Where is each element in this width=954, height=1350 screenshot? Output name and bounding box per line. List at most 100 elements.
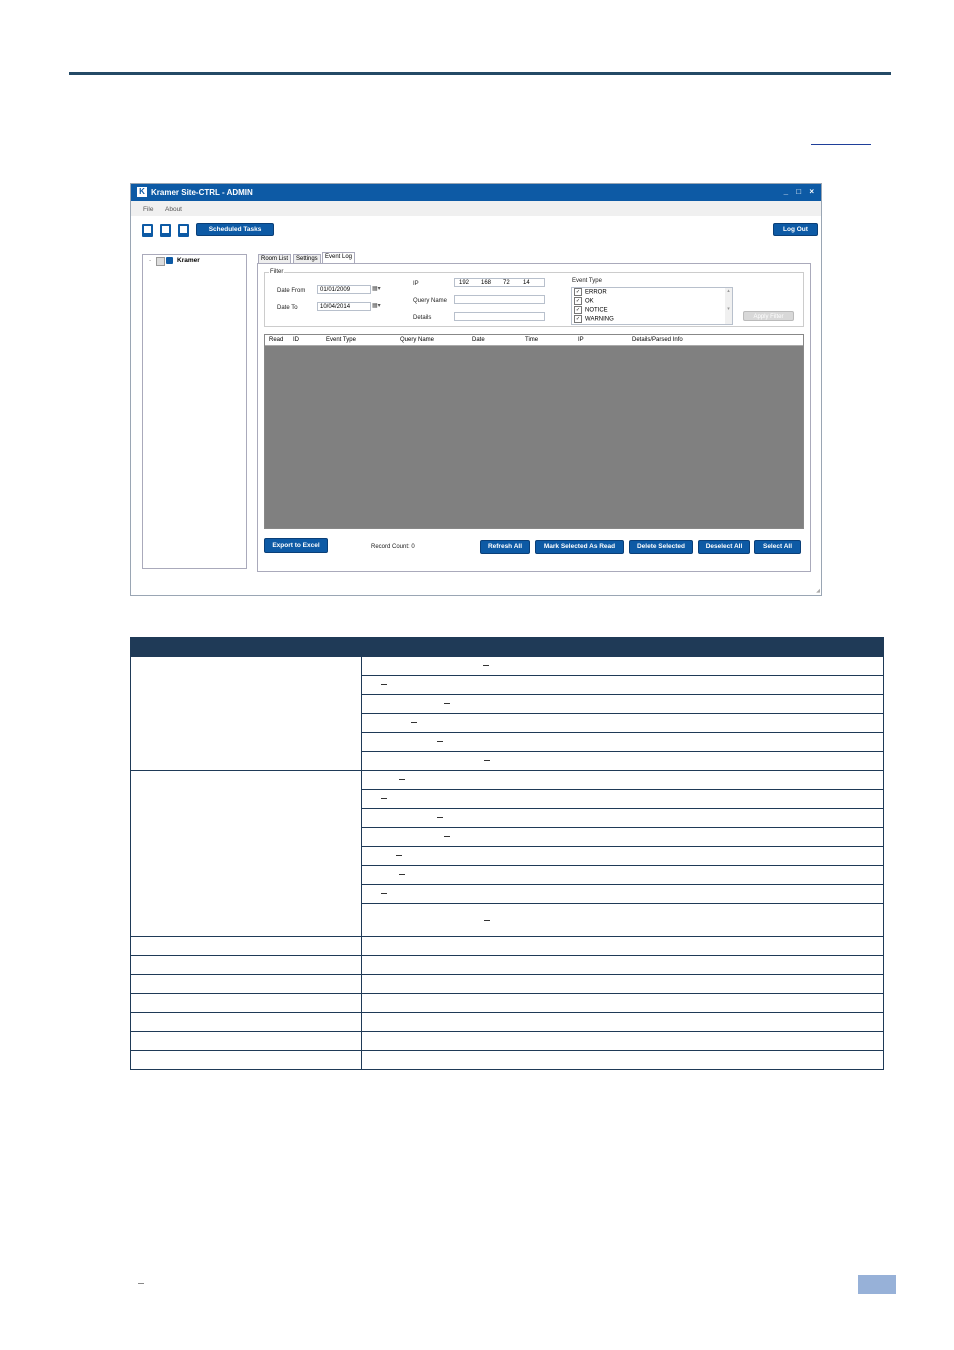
event-type-item[interactable]: ✓ OK (574, 297, 594, 305)
open-book-icon[interactable] (160, 224, 171, 237)
table-cell (361, 827, 884, 847)
new-file-icon[interactable] (142, 224, 153, 237)
table-cell (130, 656, 362, 771)
ip-field[interactable]: 192 168 72 14 (454, 278, 545, 287)
table-cell (361, 1050, 884, 1070)
checkbox-checked-icon[interactable]: ✓ (574, 306, 582, 314)
table-cell (361, 694, 884, 714)
table-cell (361, 1012, 884, 1032)
table-cell (130, 955, 362, 975)
dash-mark (381, 684, 387, 686)
table-cell (361, 789, 884, 809)
event-type-label-text: OK (585, 298, 594, 305)
page-number-box (858, 1275, 896, 1294)
event-type-item[interactable]: ✓ NOTICE (574, 306, 608, 314)
table-row (130, 993, 884, 1013)
room-tree[interactable]: - Kramer (142, 254, 247, 569)
scheduled-tasks-button[interactable]: Scheduled Tasks (196, 223, 274, 236)
query-name-field[interactable] (454, 295, 545, 304)
table-cell (361, 993, 884, 1013)
column-header[interactable]: Details/Parsed Info (632, 337, 683, 343)
table-cell (361, 770, 884, 790)
window-title: Kramer Site-CTRL - ADMIN (151, 188, 253, 197)
menu-bar: File About (131, 201, 821, 216)
calendar-dropdown-icon[interactable]: ▦▾ (372, 302, 386, 311)
table-cell (361, 936, 884, 956)
checkbox-checked-icon[interactable]: ✓ (574, 288, 582, 296)
column-header[interactable]: Event Type (326, 337, 356, 343)
table-row (130, 1012, 884, 1032)
app-window: K Kramer Site-CTRL - ADMIN _ □ × File Ab… (130, 183, 822, 596)
record-count: Record Count: 0 (371, 544, 415, 550)
dash-mark (484, 920, 490, 922)
dash-mark (399, 779, 405, 781)
table-cell (361, 955, 884, 975)
table-cell (361, 974, 884, 994)
event-type-label-text: ERROR (585, 289, 607, 296)
event-log-panel: Filter Date From 01/01/2009 ▦▾ Date To 1… (257, 263, 811, 572)
menu-file[interactable]: File (143, 206, 153, 213)
table-cell (361, 713, 884, 733)
column-header[interactable]: Query Name (400, 337, 434, 343)
date-to-field[interactable]: 10/04/2014 (317, 302, 371, 311)
table-header-cell (361, 637, 884, 657)
details-field[interactable] (454, 312, 545, 321)
column-header[interactable]: Date (472, 337, 485, 343)
table-cell (361, 865, 884, 885)
date-from-label: Date From (277, 288, 306, 294)
tree-root-label[interactable]: Kramer (177, 257, 200, 264)
event-type-list[interactable]: ✓ ERROR ✓ OK ✓ NOTICE ✓ WARNING ▴ ▾ (571, 287, 733, 325)
footer-dash (138, 1283, 144, 1284)
table-cell (130, 1012, 362, 1032)
column-header[interactable]: Read (269, 337, 283, 343)
deselect-all-button[interactable]: Deselect All (698, 540, 750, 554)
resize-grip-icon[interactable]: ◢ (816, 588, 820, 594)
table-cell (361, 732, 884, 752)
table-row (130, 770, 884, 937)
dash-mark (411, 722, 417, 724)
table-cell (361, 903, 884, 937)
event-type-item[interactable]: ✓ ERROR (574, 288, 607, 296)
refresh-all-button[interactable]: Refresh All (480, 540, 530, 554)
list-scrollbar[interactable]: ▴ ▾ (725, 288, 732, 324)
date-from-field[interactable]: 01/01/2009 (317, 285, 371, 294)
table-cell (130, 1031, 362, 1051)
table-row (130, 1031, 884, 1051)
dash-mark (381, 893, 387, 895)
table-cell (361, 751, 884, 771)
apply-filter-button[interactable]: Apply Filter (743, 311, 794, 321)
event-grid[interactable]: Read ID Event Type Query Name Date Time … (264, 334, 804, 529)
tree-expander[interactable]: - (149, 257, 151, 264)
window-controls[interactable]: _ □ × (784, 187, 817, 196)
tree-checkbox[interactable] (156, 257, 165, 266)
table-cell (361, 884, 884, 904)
column-header[interactable]: IP (578, 337, 584, 343)
table-cell (361, 1031, 884, 1051)
dash-mark (381, 798, 387, 800)
column-header[interactable]: Time (525, 337, 538, 343)
checkbox-checked-icon[interactable]: ✓ (574, 315, 582, 323)
kramer-logo-icon: K (137, 187, 147, 197)
log-out-button[interactable]: Log Out (773, 223, 818, 236)
table-cell (130, 936, 362, 956)
save-icon[interactable] (178, 224, 189, 237)
event-type-label-text: NOTICE (585, 307, 608, 314)
description-table (130, 637, 884, 1070)
calendar-dropdown-icon[interactable]: ▦▾ (372, 285, 386, 294)
table-cell (130, 974, 362, 994)
link-underline[interactable] (811, 144, 871, 145)
event-type-item[interactable]: ✓ WARNING (574, 315, 614, 323)
column-header[interactable]: ID (293, 337, 299, 343)
dash-mark (396, 855, 402, 857)
checkbox-checked-icon[interactable]: ✓ (574, 297, 582, 305)
delete-selected-button[interactable]: Delete Selected (629, 540, 693, 554)
menu-about[interactable]: About (165, 206, 182, 213)
tab-event-log[interactable]: Event Log (322, 252, 356, 263)
select-all-button[interactable]: Select All (754, 540, 801, 554)
title-bar: K Kramer Site-CTRL - ADMIN _ □ × (131, 184, 821, 201)
ip-octet-2: 168 (481, 280, 492, 286)
mark-selected-read-button[interactable]: Mark Selected As Read (535, 540, 624, 554)
export-excel-button[interactable]: Export to Excel (264, 538, 328, 553)
ip-label: IP (413, 281, 419, 287)
table-row (130, 974, 884, 994)
